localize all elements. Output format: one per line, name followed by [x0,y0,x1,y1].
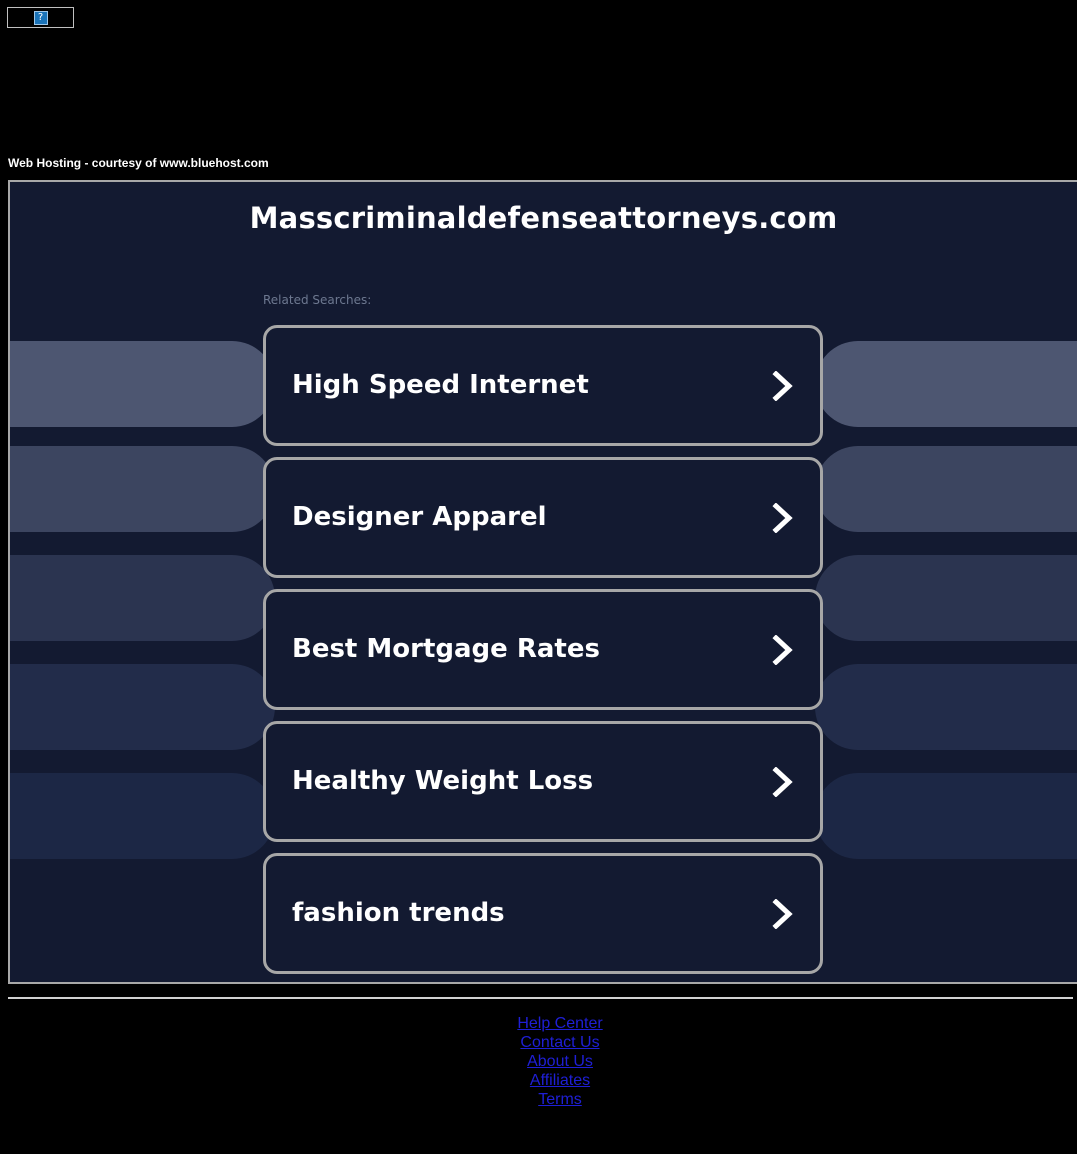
decor-pill-left-4 [10,664,275,750]
related-search-label: Designer Apparel [292,502,547,532]
footer-divider [8,997,1073,999]
footer-links: Help Center Contact Us About Us Affiliat… [0,1014,1077,1109]
parked-domain-frame: Masscriminaldefenseattorneys.com Related… [8,180,1077,984]
related-search-high-speed-internet[interactable]: High Speed Internet [263,325,823,446]
footer-link-about-us[interactable]: About Us [527,1052,593,1071]
chevron-right-icon [772,899,793,929]
chevron-right-icon [772,371,793,401]
footer-link-contact-us[interactable]: Contact Us [520,1033,599,1052]
decor-pill-left-1 [10,341,275,427]
decor-pill-right-3 [815,555,1077,641]
decor-pill-right-2 [815,446,1077,532]
related-search-label: Healthy Weight Loss [292,766,594,796]
decor-pill-right-5 [815,773,1077,859]
footer-link-terms[interactable]: Terms [538,1090,582,1109]
related-search-best-mortgage-rates[interactable]: Best Mortgage Rates [263,589,823,710]
related-search-label: Best Mortgage Rates [292,634,600,664]
footer-link-affiliates[interactable]: Affiliates [530,1071,590,1090]
footer-link-help-center[interactable]: Help Center [517,1014,602,1033]
broken-image-icon: ? [33,10,48,25]
related-searches-label: Related Searches: [263,293,372,307]
hosting-credit: Web Hosting - courtesy of www.bluehost.c… [8,156,269,170]
decor-pill-left-2 [10,446,275,532]
related-search-label: fashion trends [292,898,505,928]
related-search-designer-apparel[interactable]: Designer Apparel [263,457,823,578]
related-search-fashion-trends[interactable]: fashion trends [263,853,823,974]
related-search-healthy-weight-loss[interactable]: Healthy Weight Loss [263,721,823,842]
chevron-right-icon [772,503,793,533]
domain-title: Masscriminaldefenseattorneys.com [249,201,838,235]
chevron-right-icon [772,767,793,797]
decor-pill-left-5 [10,773,275,859]
decor-pill-right-1 [815,341,1077,427]
chevron-right-icon [772,635,793,665]
top-banner[interactable]: ? [7,7,74,28]
related-search-label: High Speed Internet [292,370,589,400]
decor-pill-right-4 [815,664,1077,750]
decor-pill-left-3 [10,555,275,641]
